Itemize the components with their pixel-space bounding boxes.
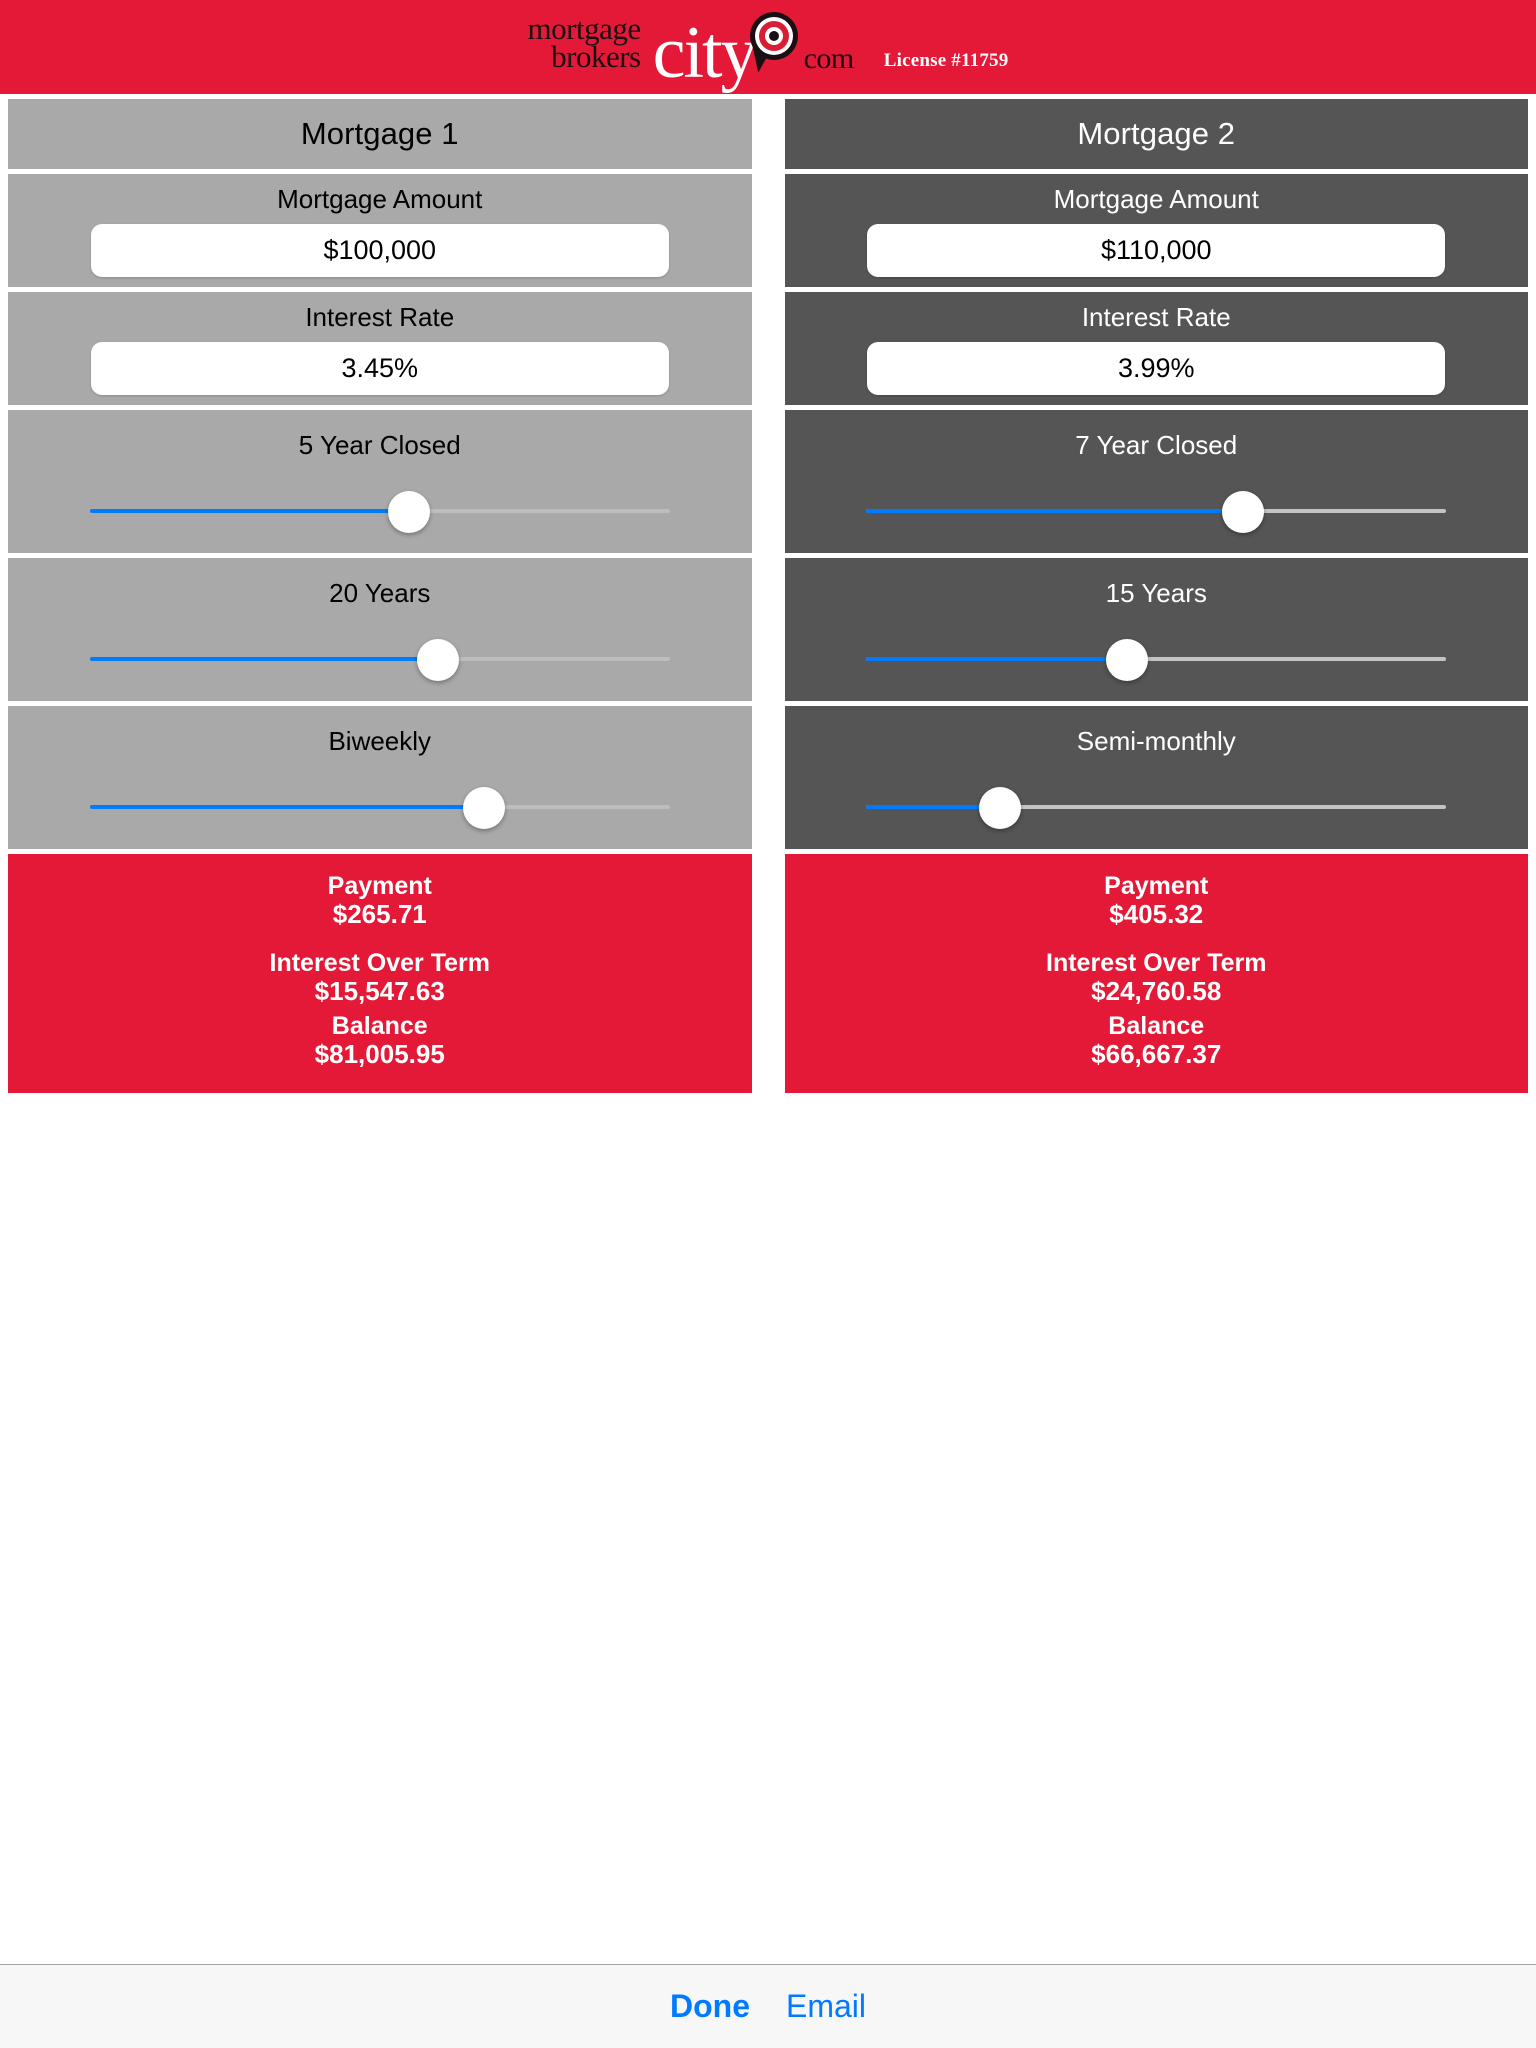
mortgage-2-amortization-label: 15 Years — [1105, 578, 1207, 608]
mortgage-1-frequency-row: Biweekly — [8, 706, 752, 849]
mortgage-2-header: Mortgage 2 — [784, 99, 1528, 169]
mortgage-2-balance-value: $66,667.37 — [1091, 1039, 1222, 1070]
mortgage-2-balance-group: Balance $66,667.37 — [1091, 1012, 1221, 1069]
mortgage-1-frequency-slider[interactable] — [89, 787, 670, 829]
mortgage-1-header: Mortgage 1 — [8, 99, 752, 169]
mortgage-2-payment-label: Payment — [1104, 872, 1209, 900]
mortgage-2-payment-value: $405.32 — [1109, 899, 1204, 929]
mortgage-1-frequency-label: Biweekly — [328, 726, 432, 756]
mortgage-1-rate-input[interactable] — [90, 342, 669, 395]
slider-thumb[interactable] — [1222, 491, 1265, 533]
mortgage-1-rate-label: Interest Rate — [305, 302, 455, 332]
mortgage-2-term-label: 7 Year Closed — [1075, 430, 1238, 460]
slider-thumb[interactable] — [416, 639, 459, 681]
brand-header: mortgage brokers city com License #11759 — [0, 0, 1536, 94]
mortgage-2-balance-label: Balance — [1108, 1012, 1205, 1041]
mortgage-1-interest-group: Interest Over Term $15,547.63 — [270, 949, 490, 1006]
mortgage-2-frequency-slider[interactable] — [866, 787, 1447, 829]
mortgage-2-interest-value: $24,760.58 — [1091, 976, 1222, 1007]
mortgage-2-rate-input[interactable] — [867, 342, 1446, 395]
mortgage-2-rate-row: Interest Rate — [784, 292, 1528, 405]
mortgage-1-interest-label: Interest Over Term — [269, 949, 490, 978]
mortgage-2-results: Payment $405.32 Interest Over Term $24,7… — [784, 854, 1528, 1094]
mortgage-2-amortization-slider[interactable] — [866, 639, 1447, 681]
company-logo: mortgage brokers city com License #11759 — [528, 12, 1009, 90]
mortgage-1-results: Payment $265.71 Interest Over Term $15,5… — [8, 854, 752, 1094]
mortgage-2-term-row: 7 Year Closed — [784, 410, 1528, 553]
mortgage-1-amount-label: Mortgage Amount — [277, 184, 483, 214]
mortgage-2-amount-input[interactable] — [867, 224, 1446, 277]
slider-fill — [89, 657, 438, 661]
mortgage-1-payment-value: $265.71 — [332, 899, 427, 929]
mortgage-1-amount-input[interactable] — [90, 224, 669, 277]
mortgage-2-amount-row: Mortgage Amount — [784, 174, 1528, 287]
slider-thumb[interactable] — [1106, 639, 1149, 681]
mortgage-1-term-slider[interactable] — [89, 491, 670, 533]
mortgage-1-balance-group: Balance $81,005.95 — [315, 1012, 445, 1069]
mortgage-1-rate-row: Interest Rate — [8, 292, 752, 405]
mortgage-2-payment-group: Payment $405.32 — [1104, 872, 1208, 929]
mortgage-1-term-row: 5 Year Closed — [8, 410, 752, 553]
logo-com-text: com — [803, 42, 855, 75]
mortgage-2-amount-label: Mortgage Amount — [1053, 184, 1259, 214]
mortgage-1-payment-group: Payment $265.71 — [328, 872, 432, 929]
mortgage-2-rate-label: Interest Rate — [1081, 302, 1231, 332]
target-pin-icon — [744, 12, 802, 76]
slider-fill — [89, 805, 485, 809]
logo-city-text: city — [652, 12, 758, 94]
mortgage-2-title: Mortgage 2 — [1077, 116, 1236, 151]
mortgage-comparison-screen: mortgage brokers city com License #11759… — [0, 0, 1536, 2048]
mortgage-2-interest-group: Interest Over Term $24,760.58 — [1046, 949, 1266, 1006]
mortgage-1-balance-value: $81,005.95 — [314, 1039, 445, 1070]
bottom-toolbar: Done Email — [0, 1964, 1536, 2048]
slider-fill — [866, 657, 1128, 661]
mortgage-2-interest-label: Interest Over Term — [1046, 949, 1267, 978]
slider-fill — [89, 509, 409, 513]
slider-thumb[interactable] — [463, 787, 506, 829]
done-button[interactable]: Done — [664, 1984, 756, 2029]
mortgage-1-amortization-slider[interactable] — [89, 639, 670, 681]
mortgage-1-interest-value: $15,547.63 — [314, 976, 445, 1007]
mortgage-2-amortization-row: 15 Years — [784, 558, 1528, 701]
logo-wordmark-stack: mortgage brokers — [528, 13, 642, 78]
mortgage-1-term-label: 5 Year Closed — [298, 430, 461, 460]
mortgage-panel-2: Mortgage 2 Mortgage Amount Interest Rate… — [784, 99, 1528, 1094]
mortgage-2-frequency-row: Semi-monthly — [784, 706, 1528, 849]
slider-thumb[interactable] — [387, 491, 430, 533]
mortgage-1-amortization-label: 20 Years — [329, 578, 431, 608]
license-number: License #11759 — [883, 50, 1009, 71]
mortgage-2-term-slider[interactable] — [866, 491, 1447, 533]
slider-fill — [866, 509, 1244, 513]
mortgage-panels: Mortgage 1 Mortgage Amount Interest Rate… — [0, 99, 1536, 1094]
mortgage-1-amount-row: Mortgage Amount — [8, 174, 752, 287]
mortgage-1-payment-label: Payment — [327, 872, 432, 900]
logo-brokers-text: brokers — [551, 39, 641, 75]
mortgage-2-frequency-label: Semi-monthly — [1076, 726, 1236, 756]
mortgage-1-title: Mortgage 1 — [300, 116, 459, 151]
slider-thumb[interactable] — [978, 787, 1021, 829]
mortgage-1-balance-label: Balance — [331, 1012, 428, 1041]
mortgage-1-amortization-row: 20 Years — [8, 558, 752, 701]
email-button[interactable]: Email — [780, 1984, 872, 2029]
mortgage-panel-1: Mortgage 1 Mortgage Amount Interest Rate… — [8, 99, 752, 1094]
